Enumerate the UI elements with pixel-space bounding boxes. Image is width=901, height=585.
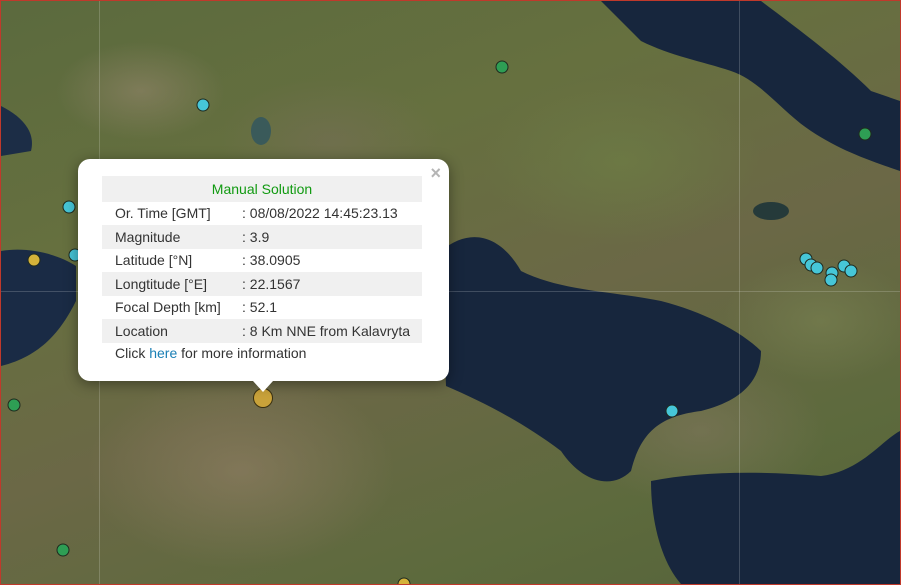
more-info-line: Click here for more information: [115, 345, 306, 361]
earthquake-marker[interactable]: [665, 404, 679, 418]
earthquake-marker[interactable]: [62, 200, 76, 214]
earthquake-marker[interactable]: [7, 398, 21, 412]
info-value: : 52.1: [242, 299, 278, 316]
earthquake-marker[interactable]: [56, 543, 70, 557]
earthquake-marker[interactable]: [196, 98, 210, 112]
info-row: Or. Time [GMT] : 08/08/2022 14:45:23.13: [102, 202, 422, 226]
info-label: Magnitude: [102, 225, 242, 249]
graticule-line: [739, 1, 740, 584]
earthquake-marker[interactable]: [27, 253, 41, 267]
info-row: Location : 8 Km NNE from Kalavryta: [102, 319, 422, 343]
info-value: : 22.1567: [242, 272, 422, 296]
more-info-suffix: for more information: [177, 345, 307, 361]
info-row: Focal Depth [km] : 52.1: [102, 296, 422, 320]
info-label: Focal Depth [km]: [115, 299, 221, 316]
info-value: : 38.0905: [242, 252, 301, 269]
earthquake-marker[interactable]: [844, 264, 858, 278]
info-label: Latitude [°N]: [115, 252, 193, 269]
info-value: : 8 Km NNE from Kalavryta: [242, 319, 422, 343]
info-value: : 3.9: [242, 225, 422, 249]
close-icon[interactable]: ×: [430, 163, 441, 183]
earthquake-marker[interactable]: [810, 261, 824, 275]
earthquake-info-table: Manual Solution Or. Time [GMT] : 08/08/2…: [102, 176, 422, 343]
info-value: : 08/08/2022 14:45:23.13: [242, 205, 398, 222]
info-row: Longtitude [°E] : 22.1567: [102, 272, 422, 296]
earthquake-marker[interactable]: [397, 577, 411, 584]
info-label: Location: [102, 319, 242, 343]
info-row: Magnitude : 3.9: [102, 225, 422, 249]
popup-heading: Manual Solution: [102, 176, 422, 202]
earthquake-info-popup: × Manual Solution Or. Time [GMT] : 08/08…: [78, 159, 449, 381]
info-row: Latitude [°N] : 38.0905: [102, 249, 422, 273]
map-canvas[interactable]: × Manual Solution Or. Time [GMT] : 08/08…: [0, 0, 901, 585]
popup-tip: [253, 381, 273, 392]
earthquake-marker[interactable]: [858, 127, 872, 141]
info-label: Or. Time [GMT]: [115, 205, 211, 222]
info-label: Longtitude [°E]: [102, 272, 242, 296]
earthquake-marker[interactable]: [495, 60, 509, 74]
more-info-link[interactable]: here: [149, 345, 177, 361]
more-info-prefix: Click: [115, 345, 150, 361]
earthquake-marker[interactable]: [824, 273, 838, 287]
popup-heading-row: Manual Solution: [102, 176, 422, 202]
